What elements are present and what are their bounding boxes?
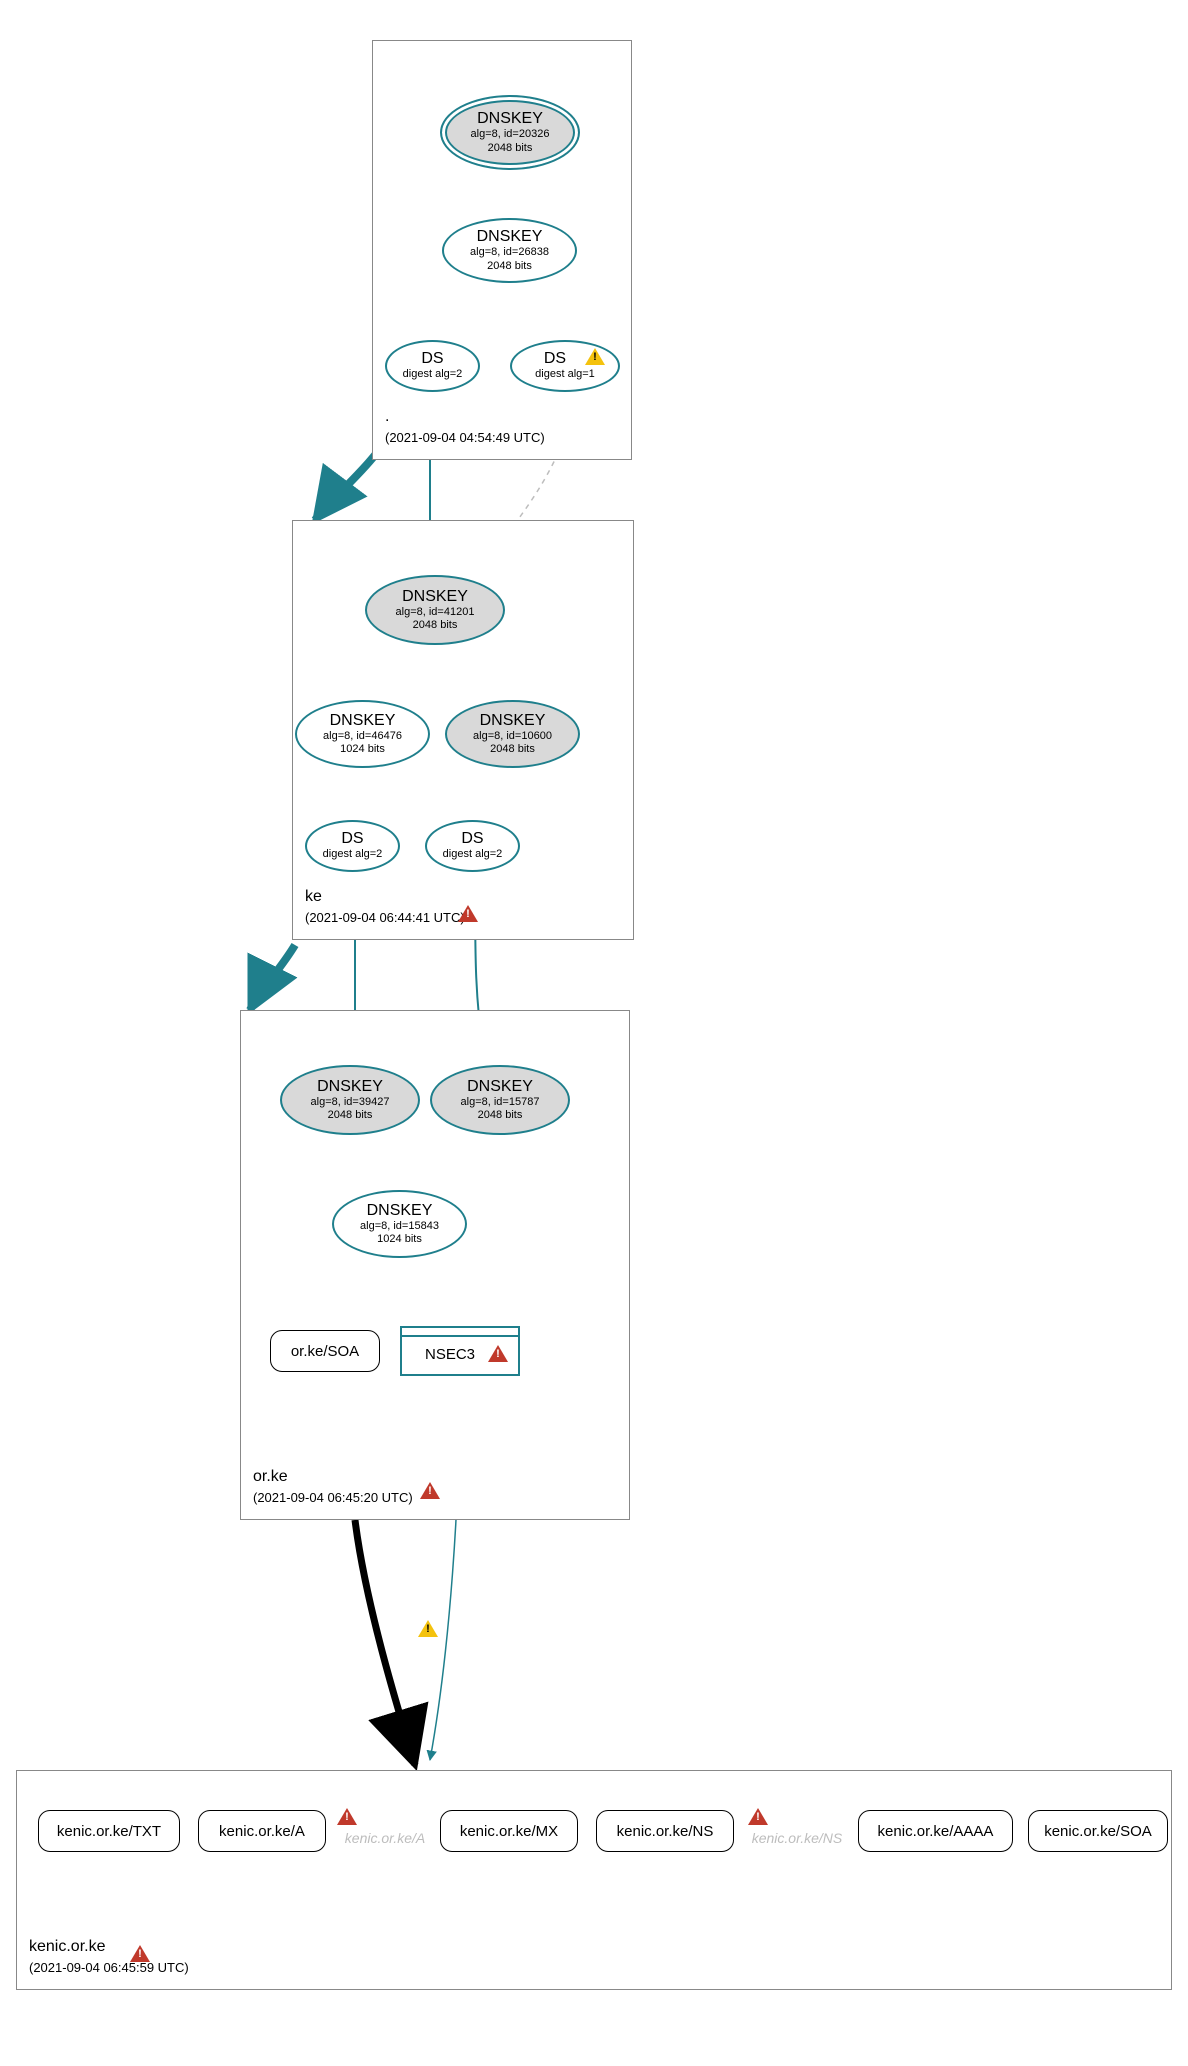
ke-ksk-l2: 2048 bits	[413, 619, 458, 632]
node-ke-key2: DNSKEY alg=8, id=10600 2048 bits	[445, 700, 580, 768]
root-ds1-title: DS	[544, 350, 586, 368]
error-icon: !	[458, 905, 478, 922]
root-ksk-title: DNSKEY	[477, 110, 543, 128]
zone-orke-ts: (2021-09-04 06:45:20 UTC)	[253, 1490, 413, 1505]
node-ke-ksk: DNSKEY alg=8, id=41201 2048 bits	[365, 575, 505, 645]
root-zsk-l1: alg=8, id=26838	[470, 246, 549, 259]
leaf-a-ghost-label: kenic.or.ke/A	[345, 1830, 425, 1846]
root-ds2-l1: digest alg=2	[403, 368, 463, 381]
error-icon: !	[748, 1808, 768, 1825]
root-ksk-l2: 2048 bits	[488, 142, 533, 155]
leaf-aaaa-label: kenic.or.ke/AAAA	[878, 1823, 994, 1840]
ke-dsb-l1: digest alg=2	[443, 848, 503, 861]
node-leaf-mx: kenic.or.ke/MX	[440, 1810, 578, 1852]
ke-ksk-l1: alg=8, id=41201	[396, 606, 475, 619]
node-leaf-ns: kenic.or.ke/NS	[596, 1810, 734, 1852]
ke-key2-title: DNSKEY	[480, 712, 546, 730]
zone-ke-name: ke	[305, 888, 322, 905]
orke-zsk-l1: alg=8, id=15843	[360, 1220, 439, 1233]
error-icon: !	[420, 1482, 440, 1499]
zone-leaf: kenic.or.ke (2021-09-04 06:45:59 UTC)	[16, 1770, 1172, 1990]
ke-dsb-title: DS	[461, 830, 483, 848]
node-leaf-a: kenic.or.ke/A	[198, 1810, 326, 1852]
diagram-canvas: . (2021-09-04 04:54:49 UTC) DNSKEY alg=8…	[0, 0, 1188, 2066]
error-icon: !	[130, 1945, 150, 1962]
ke-ksk-title: DNSKEY	[402, 588, 468, 606]
zone-root-name: .	[385, 408, 389, 425]
ke-key2-l1: alg=8, id=10600	[473, 730, 552, 743]
ke-zsk-l2: 1024 bits	[340, 743, 385, 756]
orke-soa-label: or.ke/SOA	[291, 1343, 359, 1360]
zone-root-label: . (2021-09-04 04:54:49 UTC)	[385, 406, 545, 449]
orke-nsec3-label: NSEC3	[425, 1340, 495, 1363]
error-icon: !	[488, 1345, 508, 1362]
node-leaf-txt: kenic.or.ke/TXT	[38, 1810, 180, 1852]
zone-orke-name: or.ke	[253, 1468, 288, 1485]
orke-zsk-title: DNSKEY	[367, 1202, 433, 1220]
node-ke-zsk: DNSKEY alg=8, id=46476 1024 bits	[295, 700, 430, 768]
root-zsk-title: DNSKEY	[477, 228, 543, 246]
leaf-txt-label: kenic.or.ke/TXT	[57, 1823, 161, 1840]
leaf-ns-ghost-label: kenic.or.ke/NS	[752, 1830, 843, 1846]
ke-dsa-l1: digest alg=2	[323, 848, 383, 861]
zone-leaf-label: kenic.or.ke (2021-09-04 06:45:59 UTC)	[29, 1936, 189, 1979]
node-orke-soa: or.ke/SOA	[270, 1330, 380, 1372]
zone-leaf-ts: (2021-09-04 06:45:59 UTC)	[29, 1960, 189, 1975]
ke-zsk-l1: alg=8, id=46476	[323, 730, 402, 743]
node-orke-ksk2: DNSKEY alg=8, id=15787 2048 bits	[430, 1065, 570, 1135]
zone-ke-label: ke (2021-09-04 06:44:41 UTC)	[305, 886, 465, 929]
orke-ksk1-title: DNSKEY	[317, 1078, 383, 1096]
node-ke-ds-b: DS digest alg=2	[425, 820, 520, 872]
warning-icon: !	[585, 348, 605, 365]
node-ke-ds-a: DS digest alg=2	[305, 820, 400, 872]
orke-ksk2-l2: 2048 bits	[478, 1109, 523, 1122]
leaf-mx-label: kenic.or.ke/MX	[460, 1823, 558, 1840]
node-leaf-soa: kenic.or.ke/SOA	[1028, 1810, 1168, 1852]
root-ds2-title: DS	[421, 350, 443, 368]
node-orke-ksk1: DNSKEY alg=8, id=39427 2048 bits	[280, 1065, 420, 1135]
node-root-zsk: DNSKEY alg=8, id=26838 2048 bits	[442, 218, 577, 283]
orke-ksk1-l1: alg=8, id=39427	[311, 1096, 390, 1109]
root-ds1-l1: digest alg=1	[535, 368, 595, 381]
leaf-soa-label: kenic.or.ke/SOA	[1044, 1823, 1152, 1840]
node-root-ds2: DS digest alg=2	[385, 340, 480, 392]
orke-ksk2-l1: alg=8, id=15787	[461, 1096, 540, 1109]
orke-ksk1-l2: 2048 bits	[328, 1109, 373, 1122]
leaf-ns-label: kenic.or.ke/NS	[617, 1823, 714, 1840]
orke-zsk-l2: 1024 bits	[377, 1233, 422, 1246]
zone-ke-ts: (2021-09-04 06:44:41 UTC)	[305, 910, 465, 925]
warning-icon: !	[418, 1620, 438, 1637]
node-leaf-a-ghost: kenic.or.ke/A	[335, 1828, 435, 1848]
node-orke-zsk: DNSKEY alg=8, id=15843 1024 bits	[332, 1190, 467, 1258]
zone-leaf-name: kenic.or.ke	[29, 1938, 105, 1955]
zone-root-ts: (2021-09-04 04:54:49 UTC)	[385, 430, 545, 445]
ke-key2-l2: 2048 bits	[490, 743, 535, 756]
node-leaf-aaaa: kenic.or.ke/AAAA	[858, 1810, 1013, 1852]
zone-orke-label: or.ke (2021-09-04 06:45:20 UTC)	[253, 1466, 413, 1509]
node-leaf-ns-ghost: kenic.or.ke/NS	[742, 1828, 852, 1848]
ke-dsa-title: DS	[341, 830, 363, 848]
leaf-a-label: kenic.or.ke/A	[219, 1823, 305, 1840]
node-root-ksk: DNSKEY alg=8, id=20326 2048 bits	[440, 95, 580, 170]
orke-ksk2-title: DNSKEY	[467, 1078, 533, 1096]
ke-zsk-title: DNSKEY	[330, 712, 396, 730]
root-ksk-l1: alg=8, id=20326	[471, 128, 550, 141]
root-zsk-l2: 2048 bits	[487, 260, 532, 273]
error-icon: !	[337, 1808, 357, 1825]
